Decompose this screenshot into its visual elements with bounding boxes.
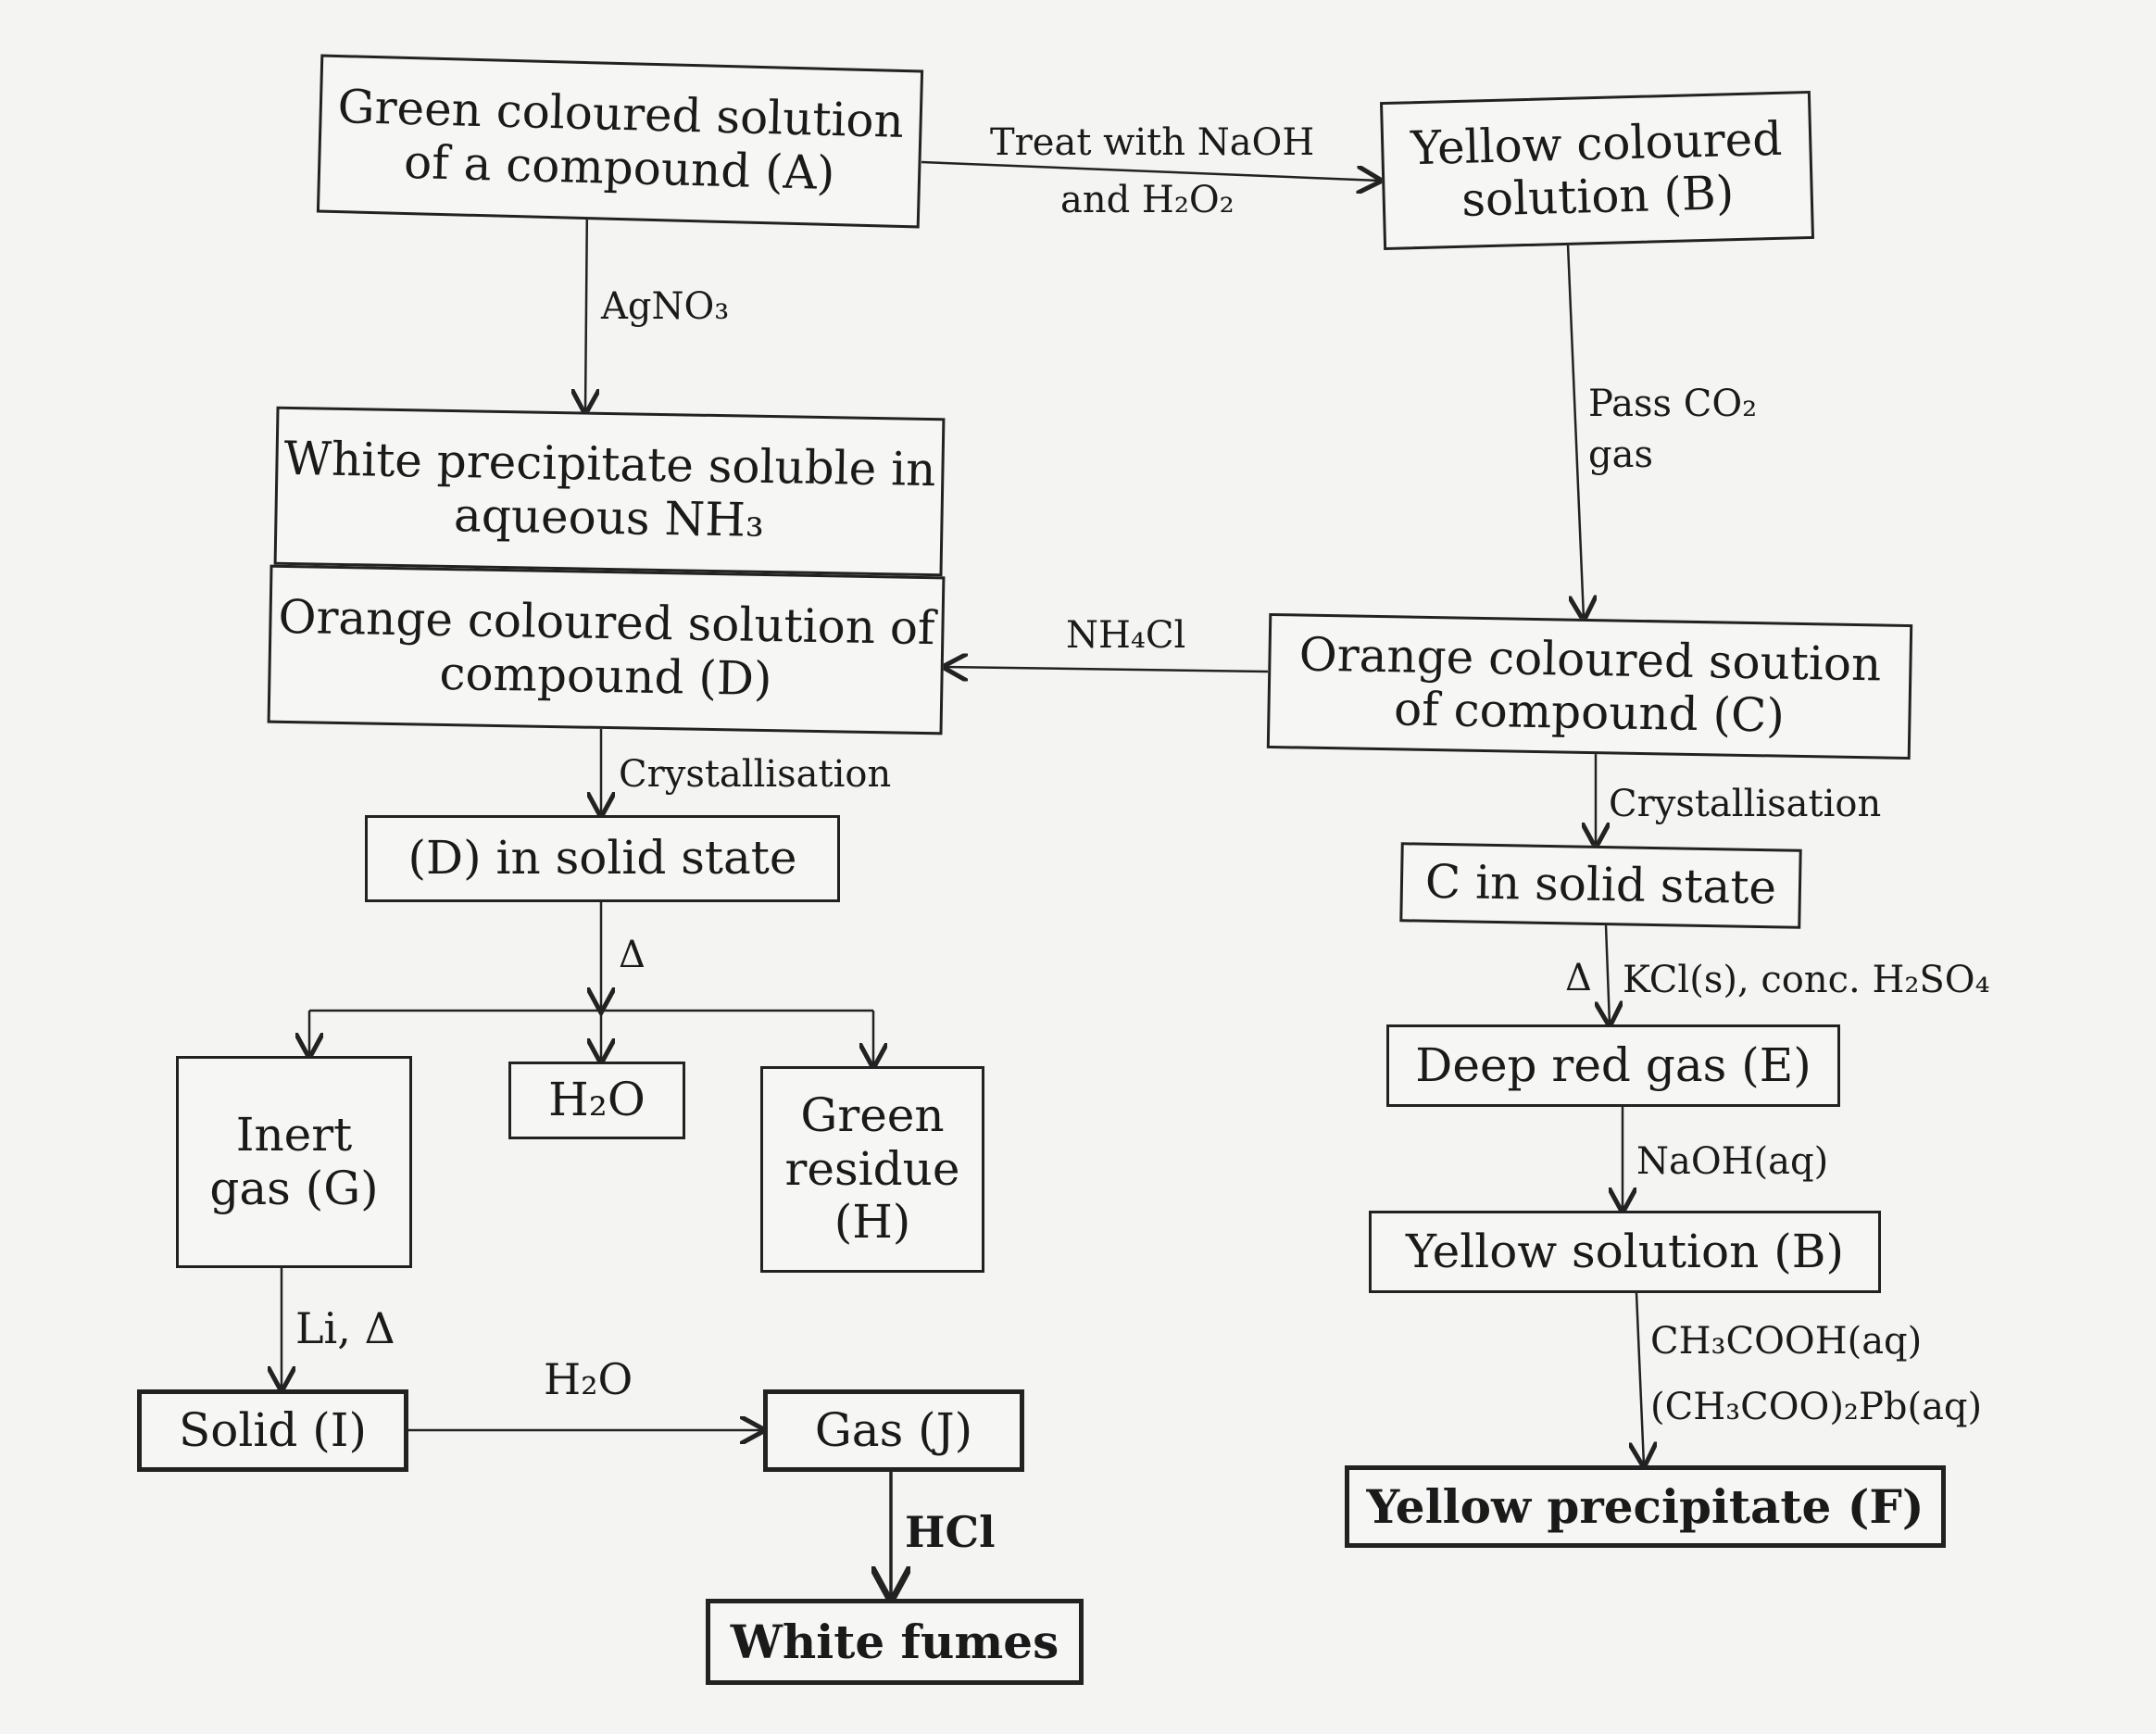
label-hcl: HCl xyxy=(905,1507,996,1557)
label-nh4cl: NH₄Cl xyxy=(1066,614,1186,657)
node-b: Yellow coloured solution (B) xyxy=(1379,90,1815,251)
label-heat-c: Δ xyxy=(1565,957,1592,999)
arrow-c-to-d xyxy=(945,667,1269,672)
node-g: Inert gas (G) xyxy=(176,1056,412,1268)
arrow-b-to-c xyxy=(1566,244,1584,619)
label-acetic-acid: CH₃COOH(aq) xyxy=(1650,1320,1923,1363)
node-f: Yellow precipitate (F) xyxy=(1345,1465,1946,1548)
node-i: Solid (I) xyxy=(137,1389,408,1472)
node-water: H₂O xyxy=(508,1062,685,1139)
arrow-a-to-white-ppt xyxy=(585,198,587,412)
label-crystallisation-d: Crystallisation xyxy=(619,753,892,796)
node-e: Deep red gas (E) xyxy=(1386,1024,1840,1107)
node-c: Orange coloured soution of compound (C) xyxy=(1266,612,1913,760)
node-b-yellow-solution: Yellow solution (B) xyxy=(1369,1211,1881,1293)
label-li-heat: Li, Δ xyxy=(295,1303,395,1353)
label-treat-naoh: Treat with NaOH xyxy=(990,121,1315,164)
label-h2o: H₂O xyxy=(544,1354,633,1404)
node-j: Gas (J) xyxy=(763,1389,1024,1472)
node-d-solid: (D) in solid state xyxy=(365,815,840,902)
node-a: Green coloured solution of a compound (A… xyxy=(316,54,924,229)
node-h: Green residue (H) xyxy=(760,1066,984,1273)
label-naoh: NaOH(aq) xyxy=(1636,1140,1829,1183)
node-d: Orange coloured solution of compound (D) xyxy=(267,564,946,735)
node-c-solid: C in solid state xyxy=(1399,842,1802,929)
label-heat-d: Δ xyxy=(619,934,646,976)
label-h2o2: and H₂O₂ xyxy=(1060,179,1235,221)
label-kcl-h2so4: KCl(s), conc. H₂SO₄ xyxy=(1623,959,1990,1001)
arrow-b-to-f xyxy=(1636,1292,1644,1465)
label-gas: gas xyxy=(1588,434,1653,476)
label-agno3: AgNO₃ xyxy=(601,285,730,328)
arrow-c-to-e xyxy=(1606,924,1610,1024)
label-crystallisation-c: Crystallisation xyxy=(1609,783,1882,825)
label-lead-acetate: (CH₃COO)₂Pb(aq) xyxy=(1650,1386,1983,1428)
label-pass-co2: Pass CO₂ xyxy=(1588,383,1758,425)
node-white-precipitate: White precipitate soluble in aqueous NH₃ xyxy=(273,406,946,577)
node-white-fumes: White fumes xyxy=(706,1599,1084,1685)
